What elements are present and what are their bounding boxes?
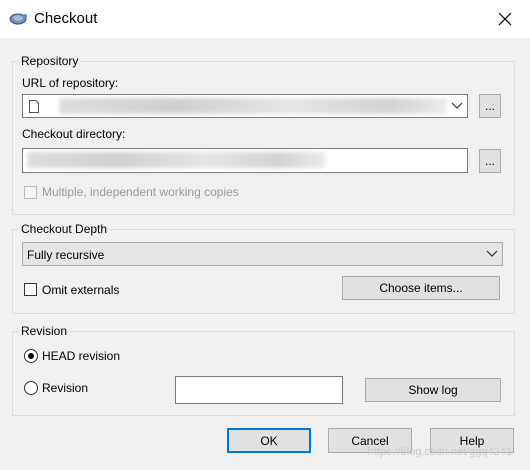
multiple-copies-checkbox[interactable]	[24, 186, 37, 199]
depth-combobox[interactable]: Fully recursive	[22, 242, 503, 266]
url-redacted	[59, 98, 447, 114]
choose-items-button[interactable]: Choose items...	[342, 276, 500, 300]
show-log-button[interactable]: Show log	[365, 378, 501, 402]
head-revision-label: HEAD revision	[42, 349, 121, 363]
revision-input[interactable]	[175, 376, 343, 404]
dir-browse-button[interactable]: ...	[479, 149, 501, 173]
checkout-dir-input[interactable]	[22, 148, 468, 173]
depth-selected-value: Fully recursive	[27, 248, 105, 262]
url-combobox[interactable]	[22, 94, 468, 118]
url-browse-button[interactable]: ...	[479, 94, 501, 118]
chevron-down-icon	[451, 102, 463, 109]
title-bar: Checkout	[0, 0, 530, 38]
url-label: URL of repository:	[22, 76, 119, 90]
document-icon	[29, 100, 39, 113]
radio-selected-dot	[28, 353, 34, 359]
checkout-depth-group: Checkout Depth	[12, 222, 515, 314]
omit-externals-checkbox[interactable]	[24, 283, 37, 296]
multiple-copies-label: Multiple, independent working copies	[42, 185, 239, 199]
chevron-down-icon	[486, 250, 498, 257]
close-icon[interactable]	[494, 8, 516, 30]
checkout-depth-group-label: Checkout Depth	[21, 222, 108, 236]
window-title: Checkout	[34, 10, 98, 27]
revision-radio[interactable]	[24, 381, 38, 395]
omit-externals-label: Omit externals	[42, 283, 120, 297]
watermark-text: https://blog.csdn.net/ggq4241	[367, 446, 512, 458]
dir-redacted	[27, 152, 325, 168]
head-revision-radio[interactable]	[24, 349, 38, 363]
ok-button[interactable]: OK	[227, 428, 311, 453]
checkout-dir-label: Checkout directory:	[22, 127, 126, 141]
revision-label: Revision	[42, 381, 89, 395]
revision-group-label: Revision	[21, 324, 68, 338]
tortoise-icon	[9, 13, 27, 25]
repository-group-label: Repository	[21, 54, 79, 68]
